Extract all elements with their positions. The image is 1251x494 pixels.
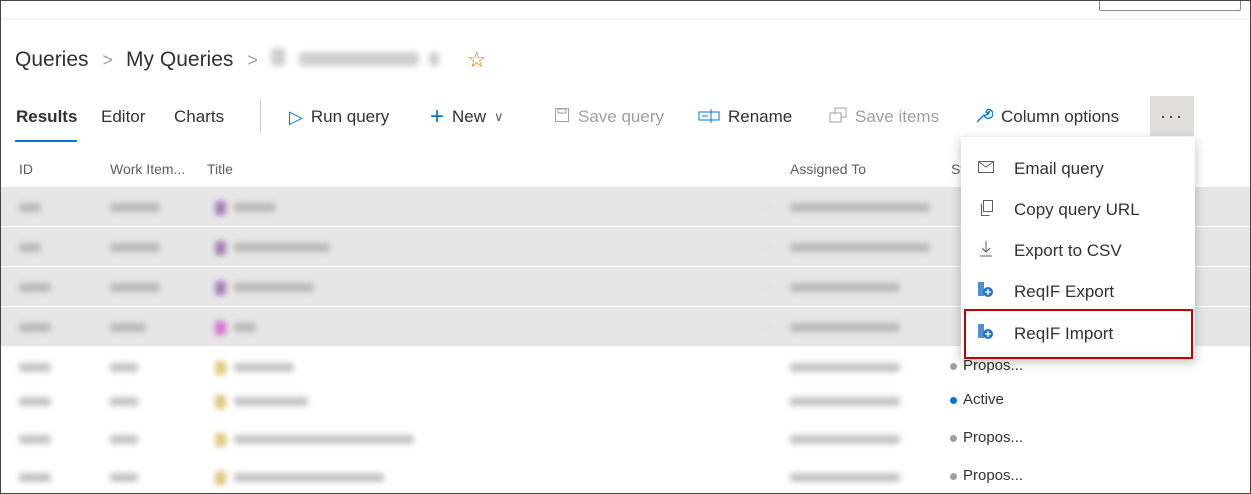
save-query-button[interactable]: Save query [554,101,664,133]
reqif-icon [975,281,997,304]
breadcrumb: Queries > My Queries > ☆ [15,45,487,75]
rename-button[interactable]: Rename [698,101,792,133]
tab-charts[interactable]: Charts [174,101,224,133]
chevron-right-icon: > [247,49,258,70]
save-items-icon [829,107,847,128]
menu-item-reqif-export[interactable]: ReqIF Export [961,272,1195,312]
mail-icon [975,160,997,178]
menu-item-export-csv[interactable]: Export to CSV [961,231,1195,271]
rename-icon [698,107,720,128]
column-header-assigned-to[interactable]: Assigned To [790,161,866,177]
save-items-button[interactable]: Save items [829,101,939,133]
tab-editor[interactable]: Editor [101,101,145,133]
copy-icon [975,199,997,221]
query-page: Queries > My Queries > ☆ Results Editor … [0,0,1251,494]
chevron-down-icon: ∨ [494,109,504,124]
state-badge: Propos... [950,357,1023,374]
run-query-button[interactable]: ▷ Run query [289,101,389,133]
favorite-star-icon[interactable]: ☆ [467,47,487,73]
column-header-id[interactable]: ID [19,161,33,177]
chevron-right-icon: > [102,49,114,70]
table-row[interactable]: Active [1,381,1250,421]
tab-results[interactable]: Results [16,101,77,133]
menu-item-email-query[interactable]: Email query [961,149,1195,189]
table-row[interactable]: Propos... [1,457,1250,493]
column-header-title[interactable]: Title [207,161,233,177]
plus-icon: + [430,103,445,130]
highlight-box [964,309,1193,359]
state-dot [950,396,957,404]
state-badge: Active [950,391,1004,408]
column-header-work-item-type[interactable]: Work Item... [110,161,185,177]
header-divider [1,19,1250,20]
query-name-redacted[interactable] [270,48,439,72]
toolbar: Results Editor Charts ▷ Run query + New … [1,101,1250,133]
new-button[interactable]: + New ∨ [430,101,504,133]
wrench-icon [975,106,994,129]
more-actions-button[interactable]: ··· [1150,96,1194,136]
column-options-button[interactable]: Column options [975,101,1119,133]
state-dot [950,434,957,442]
state-badge: Propos... [950,467,1023,484]
breadcrumb-queries[interactable]: Queries [15,48,89,72]
breadcrumb-my-queries[interactable]: My Queries [126,48,233,72]
toolbar-divider [260,99,261,133]
download-icon [975,240,997,262]
save-icon [554,107,570,128]
play-icon: ▷ [289,106,303,127]
menu-item-copy-query-url[interactable]: Copy query URL [961,190,1195,230]
state-badge: Propos... [950,429,1023,446]
state-dot [950,472,957,480]
search-box-edge[interactable] [1099,1,1241,11]
active-tab-indicator [15,140,77,142]
state-dot [950,362,957,370]
table-row[interactable]: Propos... [1,419,1250,459]
